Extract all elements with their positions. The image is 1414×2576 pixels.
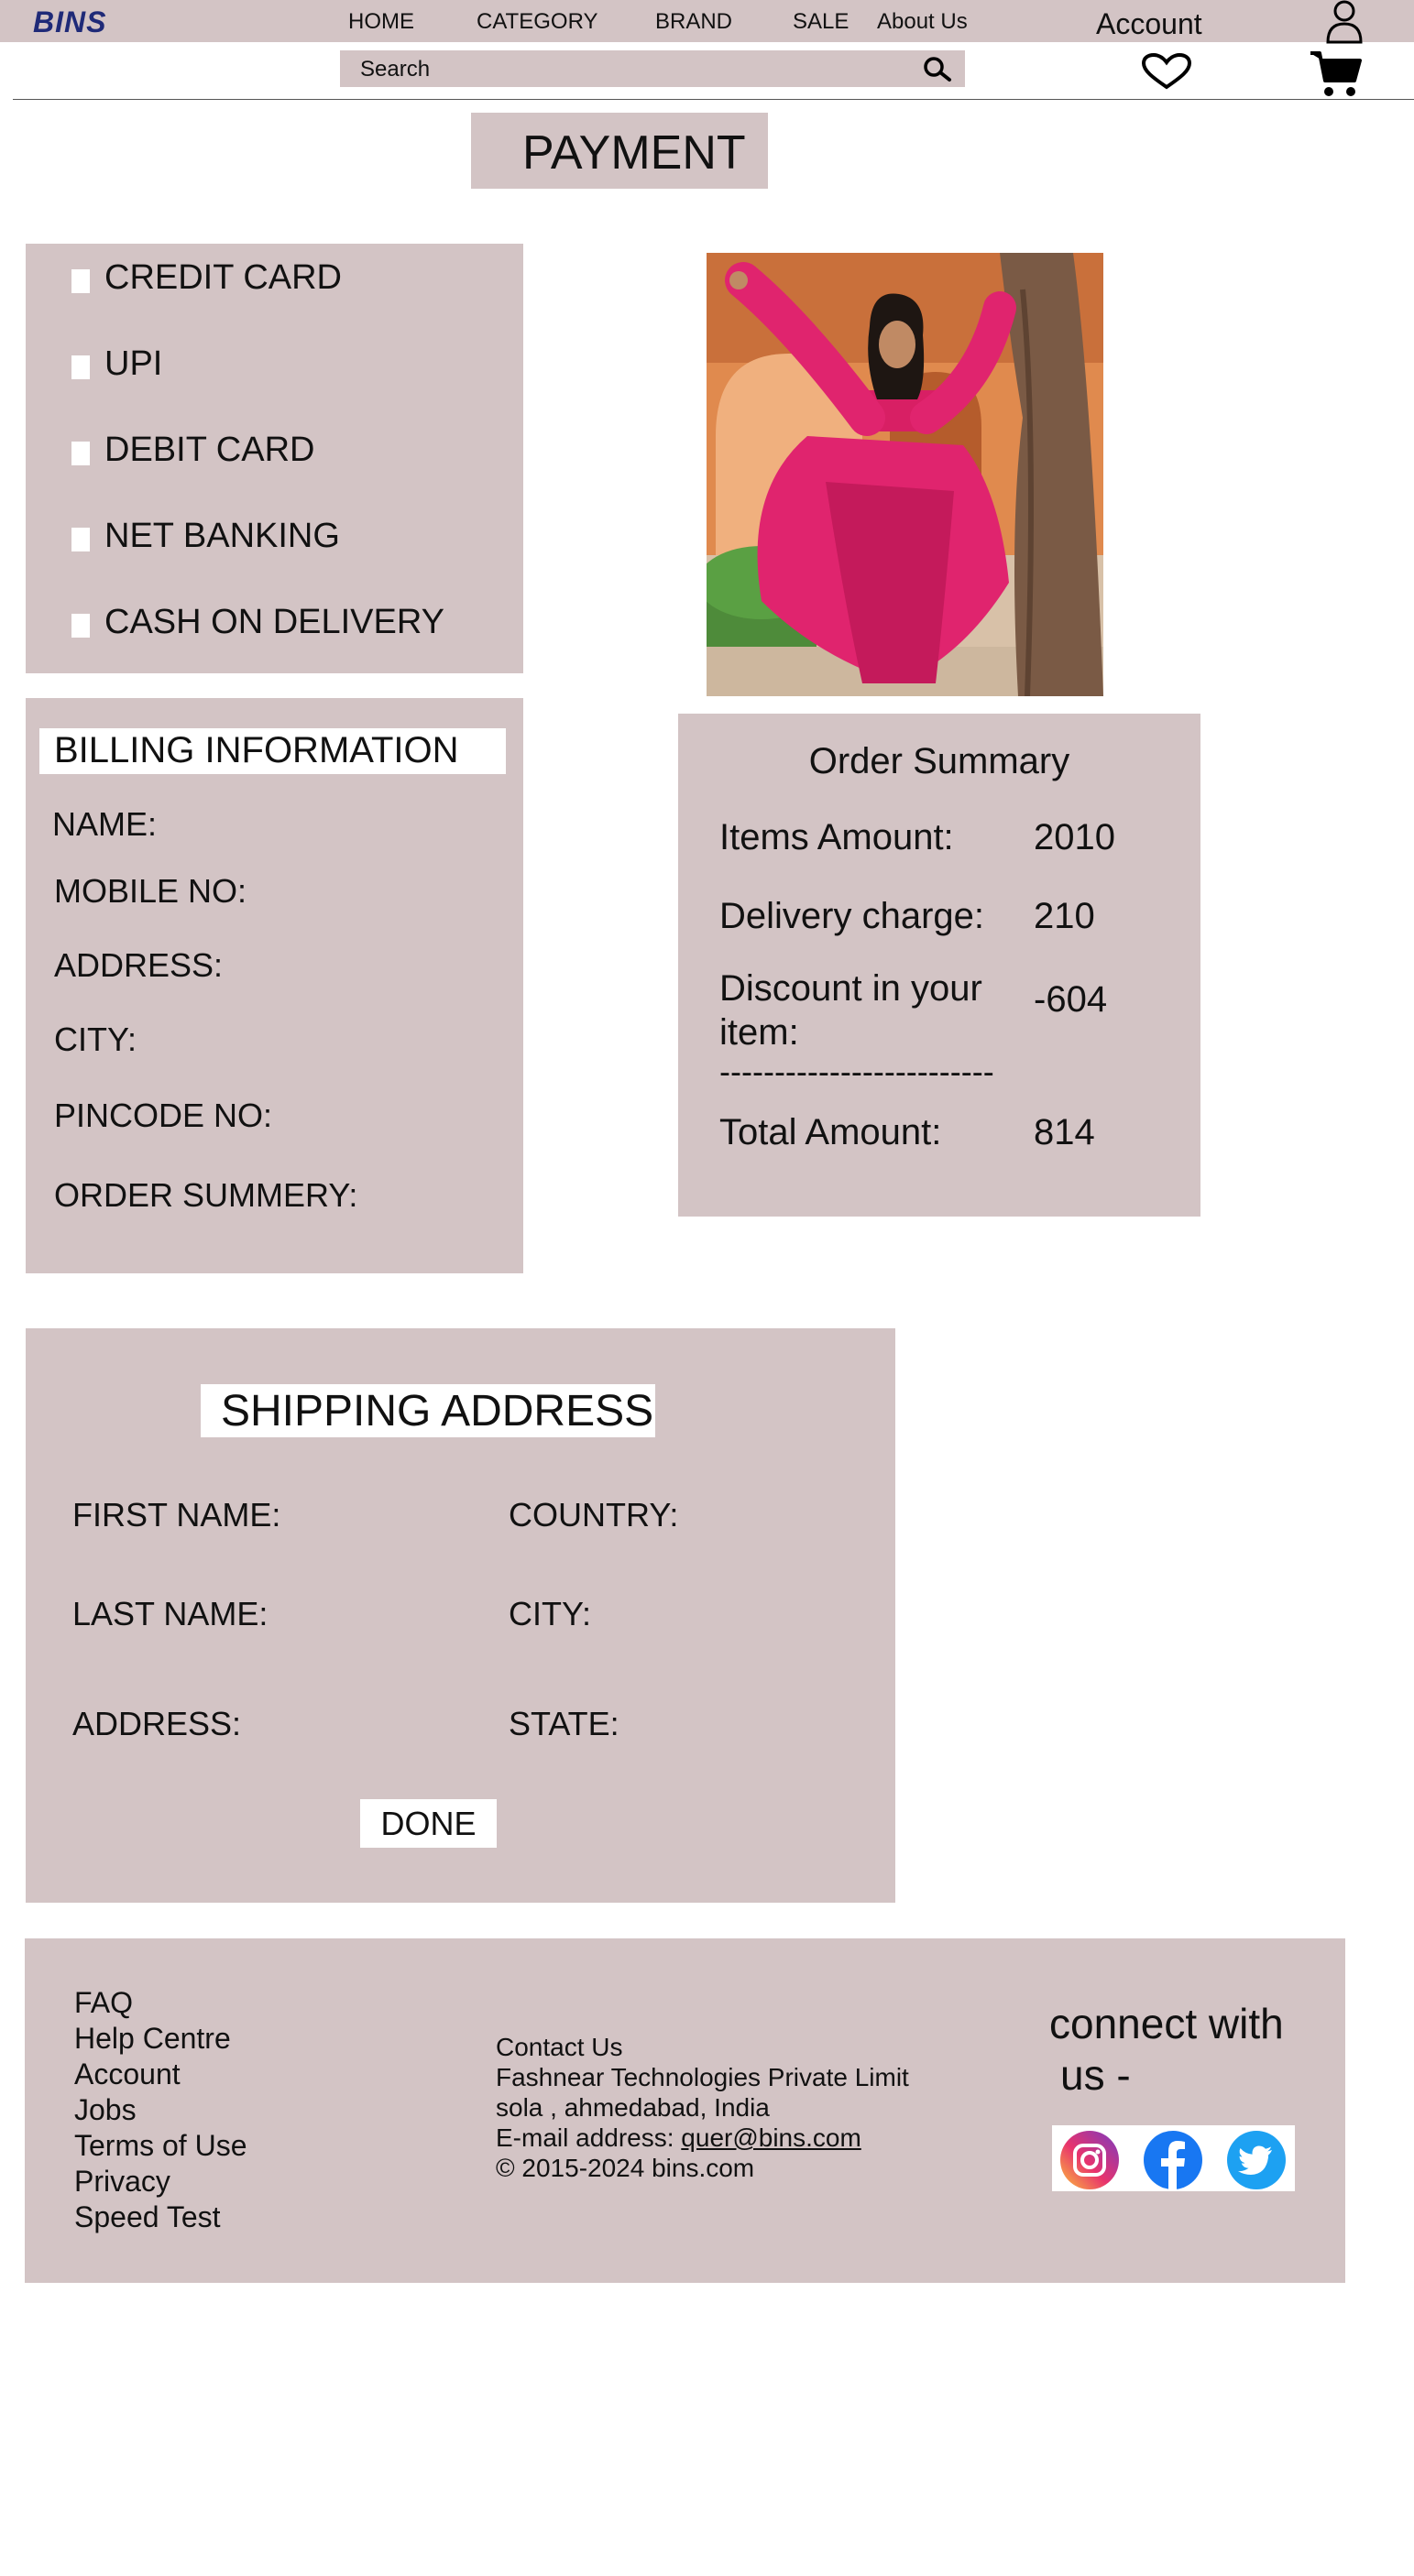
shipping-address-label: ADDRESS: [72, 1705, 242, 1742]
cart-icon[interactable] [1309, 48, 1362, 99]
shipping-country-label: COUNTRY: [509, 1496, 679, 1534]
payment-option-label: DEBIT CARD [104, 431, 315, 469]
billing-title: BILLING INFORMATION [54, 730, 459, 770]
contact-heading: Contact Us [496, 2033, 623, 2061]
billing-pincode-label: PINCODE NO: [54, 1097, 273, 1134]
order-summary-panel: Order Summary Items Amount: 2010 Deliver… [678, 714, 1200, 1217]
shipping-first-name-label: FIRST NAME: [72, 1496, 281, 1534]
delivery-charge-value: 210 [1034, 896, 1095, 936]
payment-options-panel: CREDIT CARD UPI DEBIT CARD NET BANKING C… [26, 244, 523, 673]
contact-email-prefix: E-mail address: [496, 2123, 682, 2152]
billing-address-label: ADDRESS: [54, 946, 224, 984]
footer-link-terms[interactable]: Terms of Use [74, 2129, 247, 2163]
credit-card-checkbox[interactable] [71, 269, 90, 293]
nav-about-us[interactable]: About Us [877, 9, 968, 35]
shipping-title-box: SHIPPING ADDRESS [201, 1384, 655, 1437]
footer-link-faq[interactable]: FAQ [74, 1986, 133, 2020]
twitter-icon[interactable] [1226, 2130, 1287, 2190]
billing-order-summary-label: ORDER SUMMERY: [54, 1176, 358, 1214]
items-amount-label: Items Amount: [719, 817, 954, 857]
footer-link-jobs[interactable]: Jobs [74, 2093, 137, 2127]
header-divider [13, 99, 1414, 100]
summary-separator: ------------------------- [719, 1053, 994, 1090]
upi-checkbox[interactable] [71, 355, 90, 379]
billing-title-box: BILLING INFORMATION [39, 728, 506, 774]
payment-option-label: UPI [104, 344, 163, 383]
nav-home[interactable]: HOME [348, 9, 414, 35]
discount-value: -604 [1034, 979, 1108, 1020]
page-title-box: PAYMENT [471, 113, 768, 189]
user-icon[interactable] [1324, 0, 1365, 44]
nav-category[interactable]: CATEGORY [477, 9, 597, 35]
search-icon[interactable] [921, 56, 954, 83]
account-link[interactable]: Account [1096, 7, 1202, 41]
instagram-icon[interactable] [1059, 2130, 1120, 2190]
total-amount-label: Total Amount: [719, 1112, 942, 1152]
delivery-charge-label: Delivery charge: [719, 896, 985, 936]
nav-sale[interactable]: SALE [793, 9, 849, 35]
done-button[interactable]: DONE [360, 1799, 497, 1848]
done-button-label: DONE [380, 1805, 477, 1842]
brand-logo[interactable]: BINS [33, 5, 106, 39]
contact-email-link[interactable]: quer@bins.com [681, 2123, 861, 2152]
footer-link-account[interactable]: Account [74, 2058, 181, 2091]
cod-checkbox[interactable] [71, 614, 90, 638]
connect-heading-line1: connect with [1049, 2000, 1284, 2047]
shipping-address-panel: SHIPPING ADDRESS FIRST NAME: LAST NAME: … [26, 1328, 895, 1903]
page-title: PAYMENT [522, 126, 746, 180]
payment-option-label: CASH ON DELIVERY [104, 603, 444, 641]
shipping-city-label: CITY: [509, 1595, 592, 1632]
order-summary-title: Order Summary [808, 741, 1070, 781]
search-input[interactable] [358, 56, 893, 83]
copyright: © 2015-2024 bins.com [496, 2154, 755, 2182]
wishlist-heart-icon[interactable] [1141, 52, 1192, 90]
shipping-last-name-label: LAST NAME: [72, 1595, 269, 1632]
billing-city-label: CITY: [54, 1021, 137, 1058]
billing-information-panel: BILLING INFORMATION NAME: MOBILE NO: ADD… [26, 698, 523, 1273]
contact-company: Fashnear Technologies Private Limit [496, 2063, 909, 2091]
nav-brand[interactable]: BRAND [655, 9, 732, 35]
discount-label: Discount in your item: [719, 968, 982, 1053]
search-bar [340, 50, 965, 87]
contact-email-line: E-mail address: quer@bins.com [496, 2123, 861, 2153]
shipping-state-label: STATE: [509, 1705, 619, 1742]
facebook-icon[interactable] [1143, 2130, 1203, 2190]
shipping-title: SHIPPING ADDRESS [221, 1387, 654, 1435]
connect-heading-line2: us - [1060, 2051, 1131, 2099]
items-amount-value: 2010 [1034, 817, 1115, 857]
debit-card-checkbox[interactable] [71, 442, 90, 465]
billing-mobile-label: MOBILE NO: [54, 872, 247, 910]
contact-location: sola , ahmedabad, India [496, 2093, 770, 2122]
payment-option-label: NET BANKING [104, 517, 340, 555]
net-banking-checkbox[interactable] [71, 528, 90, 551]
total-amount-value: 814 [1034, 1112, 1095, 1152]
product-image [707, 253, 1103, 696]
footer-link-help-centre[interactable]: Help Centre [74, 2022, 231, 2056]
footer-link-privacy[interactable]: Privacy [74, 2165, 170, 2199]
payment-option-label: CREDIT CARD [104, 258, 342, 297]
billing-name-label: NAME: [52, 805, 158, 843]
footer-link-speed-test[interactable]: Speed Test [74, 2200, 221, 2234]
